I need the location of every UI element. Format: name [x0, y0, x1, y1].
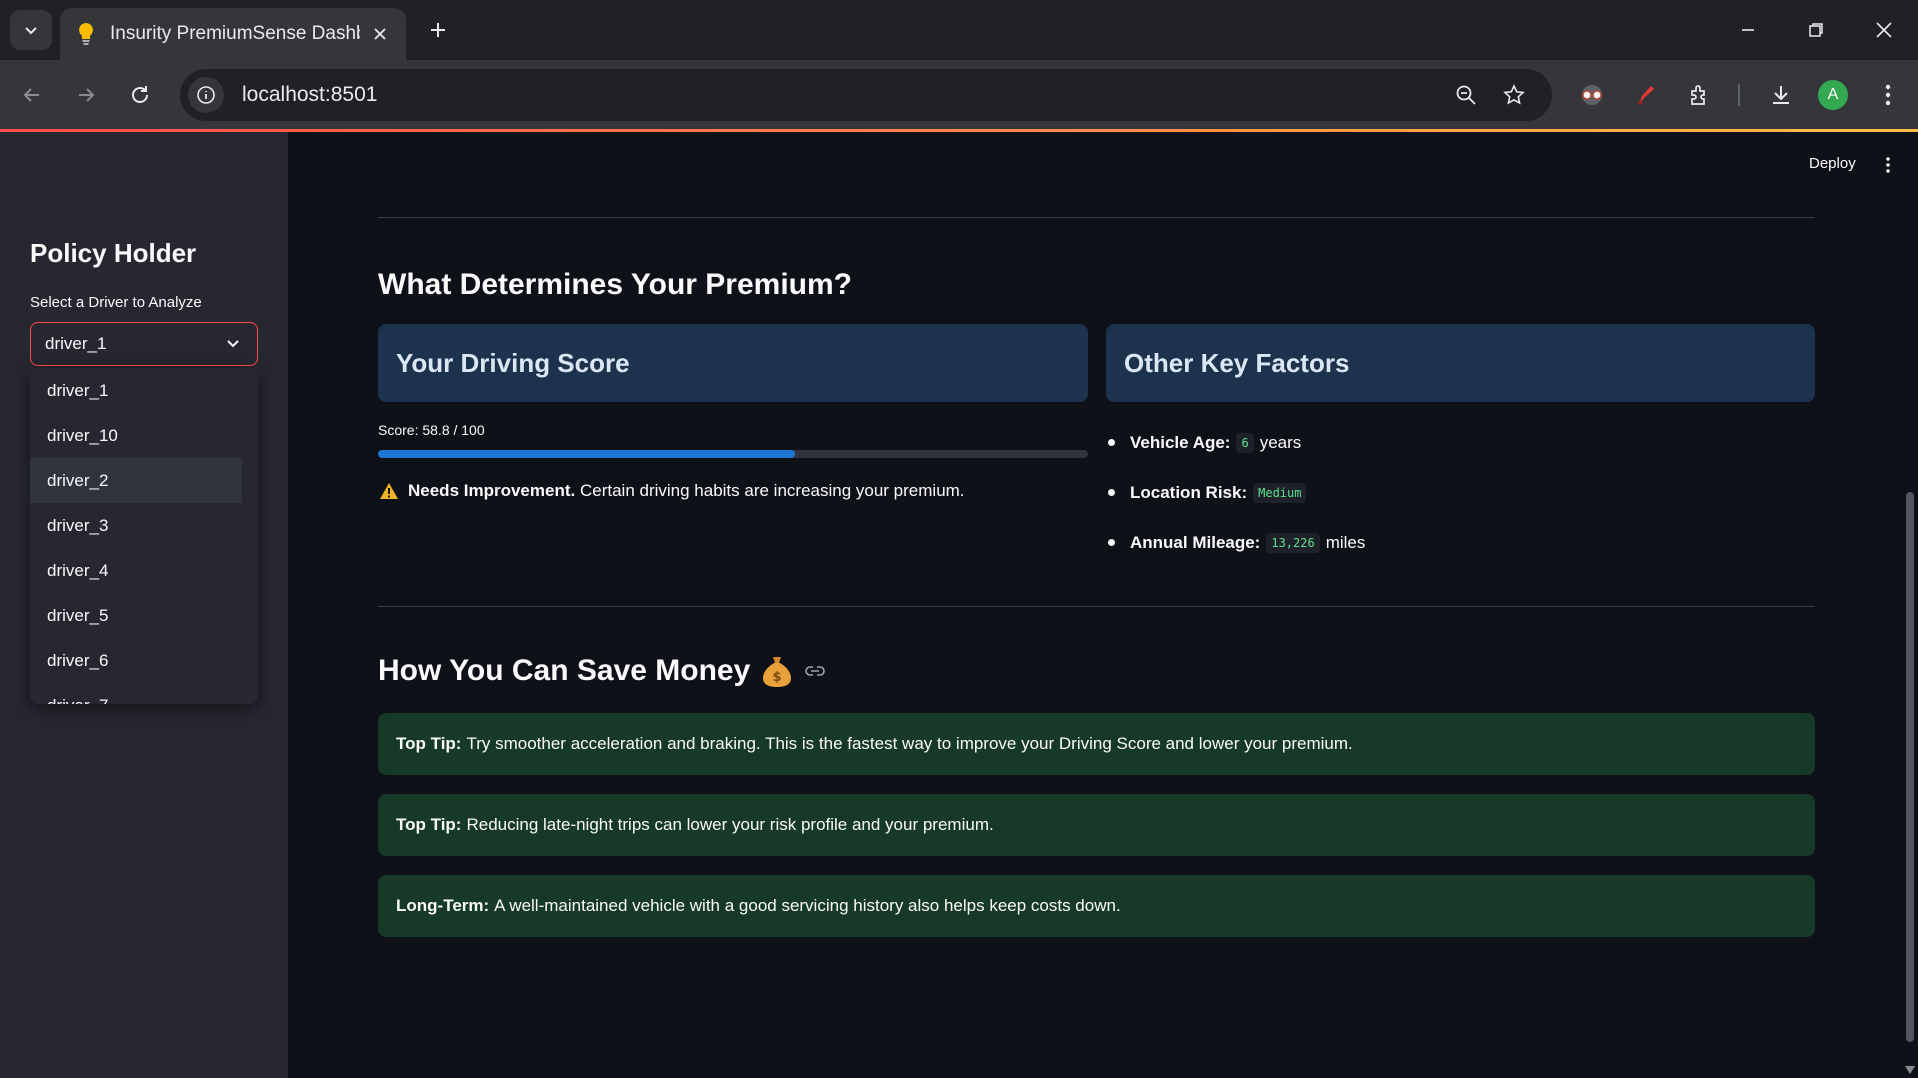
- factor-value: 6: [1236, 433, 1254, 453]
- app-menu-icon[interactable]: [1878, 154, 1898, 176]
- sidebar: Policy Holder Select a Driver to Analyze…: [0, 132, 288, 1078]
- arrow-left-icon: [23, 88, 39, 102]
- dropdown-option[interactable]: driver_4: [30, 548, 242, 593]
- chevron-down-icon[interactable]: [223, 334, 243, 354]
- factor-value: Medium: [1253, 483, 1307, 503]
- restore-icon: [1809, 23, 1823, 37]
- score-progress-bar: [378, 450, 1088, 458]
- address-bar[interactable]: localhost:8501: [180, 69, 1552, 121]
- divider: [378, 606, 1815, 607]
- factor-label: Vehicle Age:: [1130, 433, 1231, 452]
- url-text[interactable]: localhost:8501: [242, 83, 377, 107]
- main-scrollbar-thumb[interactable]: [1906, 492, 1914, 1042]
- status-bold: Needs Improvement.: [408, 481, 576, 500]
- extension-glasses-icon[interactable]: [1572, 75, 1612, 115]
- driver-select-value: driver_1: [45, 334, 107, 353]
- deploy-button[interactable]: Deploy: [1809, 155, 1856, 172]
- tip-text: Reducing late-night trips can lower your…: [466, 815, 994, 834]
- status-text: Certain driving habits are increasing yo…: [579, 481, 965, 500]
- factor-annual-mileage: Annual Mileage: 13,226 miles: [1106, 518, 1365, 568]
- dropdown-option[interactable]: driver_3: [30, 503, 242, 548]
- factor-unit: years: [1259, 433, 1302, 452]
- browser-menu-icon[interactable]: [1868, 75, 1908, 115]
- dropdown-option[interactable]: driver_1: [30, 368, 242, 413]
- site-info-icon[interactable]: [188, 77, 224, 113]
- minimize-button[interactable]: [1730, 12, 1766, 48]
- divider: [378, 217, 1815, 218]
- savings-tip: Top Tip: Try smoother acceleration and b…: [378, 713, 1815, 775]
- factor-vehicle-age: Vehicle Age: 6 years: [1106, 418, 1365, 468]
- scroll-down-arrow-icon[interactable]: [1902, 1064, 1918, 1076]
- savings-heading: How You Can Save Money: [378, 654, 751, 687]
- extension-pen-icon[interactable]: [1626, 75, 1666, 115]
- close-window-button[interactable]: [1866, 12, 1902, 48]
- score-label: Score: 58.8 / 100: [378, 422, 485, 438]
- score-progress-fill: [378, 450, 796, 458]
- factor-unit: miles: [1325, 533, 1366, 552]
- profile-avatar[interactable]: A: [1818, 80, 1848, 110]
- back-button[interactable]: [12, 75, 52, 115]
- zoom-icon[interactable]: [1448, 77, 1484, 113]
- extensions-puzzle-icon[interactable]: [1680, 75, 1720, 115]
- close-icon[interactable]: [368, 22, 392, 46]
- reload-button[interactable]: [120, 75, 160, 115]
- restore-button[interactable]: [1798, 12, 1834, 48]
- toolbar-separator: [1738, 84, 1740, 106]
- tab-title: Insurity PremiumSense Dashboard: [110, 23, 360, 44]
- dropdown-option-highlighted[interactable]: driver_2: [30, 458, 242, 503]
- tip-text: Try smoother acceleration and braking. T…: [466, 734, 1353, 753]
- key-factors-card-title: Other Key Factors: [1106, 324, 1815, 402]
- dropdown-option[interactable]: driver_5: [30, 593, 242, 638]
- tip-label: Top Tip:: [396, 815, 462, 834]
- factor-label: Location Risk:: [1130, 483, 1248, 502]
- money-bag-icon: $: [763, 657, 792, 687]
- warning-icon: [378, 480, 400, 502]
- arrow-right-icon: [79, 88, 95, 102]
- dropdown-option[interactable]: driver_10: [30, 413, 242, 458]
- driver-select[interactable]: driver_1: [30, 322, 258, 366]
- premium-heading: What Determines Your Premium?: [378, 268, 852, 301]
- new-tab-button[interactable]: [422, 14, 454, 46]
- download-icon[interactable]: [1761, 75, 1801, 115]
- tab-search-button[interactable]: [10, 10, 52, 50]
- bookmark-star-icon[interactable]: [1496, 77, 1532, 113]
- forward-button[interactable]: [66, 75, 106, 115]
- sidebar-title: Policy Holder: [30, 238, 197, 268]
- browser-tabstrip: Insurity PremiumSense Dashboard: [0, 0, 1918, 60]
- driving-score-card-title: Your Driving Score: [378, 324, 1088, 402]
- savings-tip: Long-Term: A well-maintained vehicle wit…: [378, 875, 1815, 937]
- dropdown-option[interactable]: driver_7: [30, 683, 242, 705]
- tip-label: Top Tip:: [396, 734, 462, 753]
- minimize-icon: [1742, 29, 1754, 31]
- dropdown-option[interactable]: driver_6: [30, 638, 242, 683]
- driver-select-label: Select a Driver to Analyze: [30, 294, 202, 311]
- factor-value: 13,226: [1266, 533, 1320, 553]
- main-content: Deploy What Determines Your Premium? You…: [288, 132, 1918, 1078]
- tip-text: A well-maintained vehicle with a good se…: [494, 896, 1121, 915]
- browser-tab-active[interactable]: Insurity PremiumSense Dashboard: [60, 8, 406, 60]
- key-factors-list: Vehicle Age: 6 years Location Risk: Medi…: [1106, 418, 1365, 568]
- savings-heading-row: How You Can Save Money $: [378, 654, 826, 688]
- savings-tip: Top Tip: Reducing late-night trips can l…: [378, 794, 1815, 856]
- browser-toolbar: localhost:8501 A: [0, 60, 1918, 130]
- factor-label: Annual Mileage:: [1130, 533, 1261, 552]
- plus-icon: [431, 23, 445, 37]
- link-icon[interactable]: [804, 660, 826, 682]
- score-status-message: Needs Improvement. Certain driving habit…: [378, 480, 965, 502]
- tip-label: Long-Term:: [396, 896, 490, 915]
- driver-dropdown-list: driver_1 driver_10 driver_2 driver_3 dri…: [30, 368, 258, 704]
- factor-location-risk: Location Risk: Medium: [1106, 468, 1365, 518]
- reload-icon: [132, 86, 148, 103]
- chevron-down-icon: [25, 27, 37, 35]
- close-icon: [1876, 22, 1892, 38]
- svg-text:$: $: [773, 670, 782, 685]
- lightbulb-icon: [74, 22, 98, 46]
